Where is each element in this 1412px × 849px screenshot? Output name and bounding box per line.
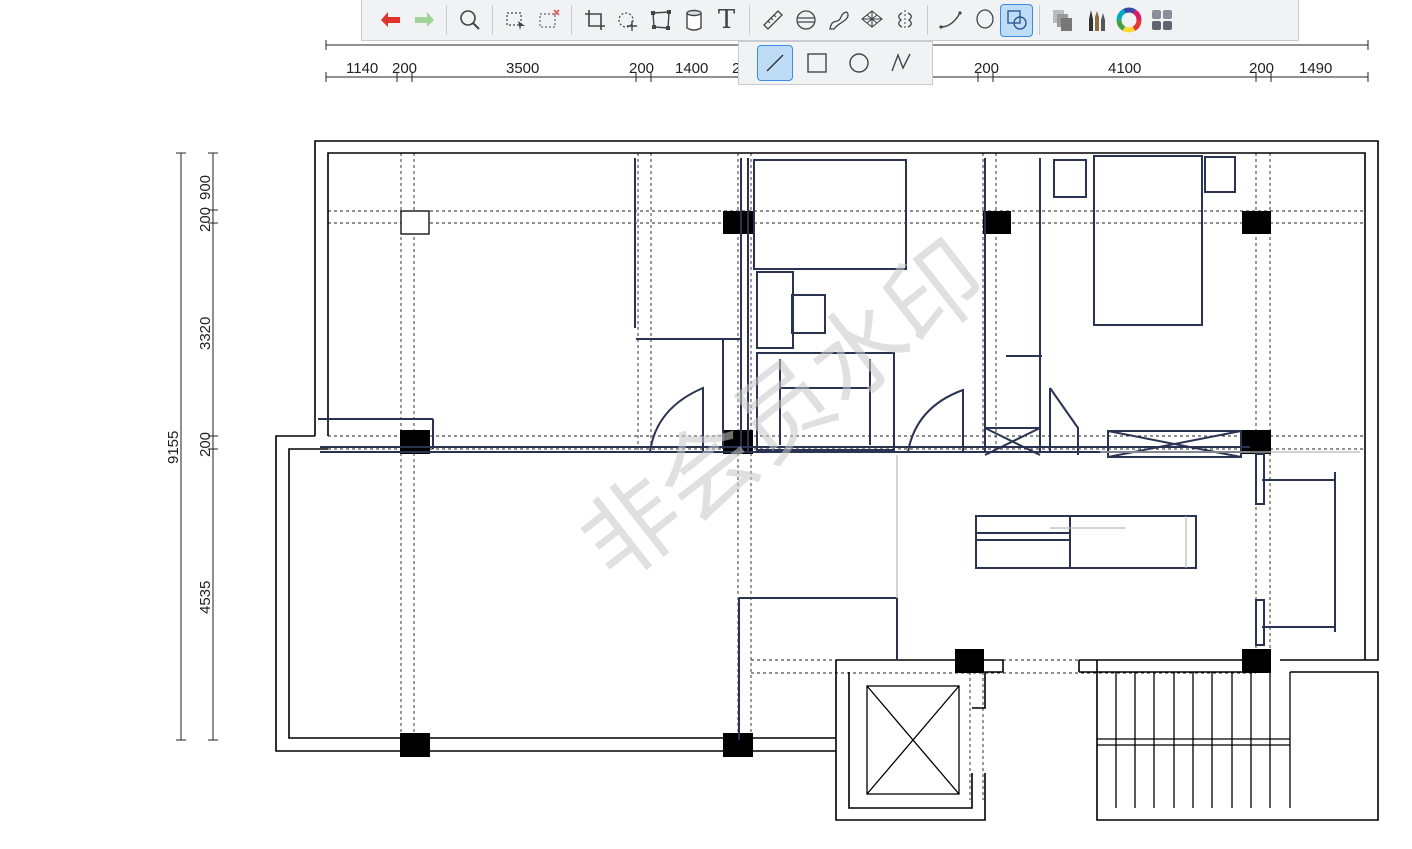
toolbar-divider [1039, 5, 1040, 35]
shape-subtoolbar [738, 41, 933, 85]
symmetry-icon [897, 10, 912, 30]
lasso-icon [975, 9, 994, 29]
line-shape-button[interactable] [757, 45, 793, 81]
elevator-shaft [866, 685, 960, 795]
ellipse-guide-button[interactable] [789, 4, 822, 37]
redo-button[interactable] [407, 4, 440, 37]
circle-icon [849, 53, 869, 73]
dim-top-7: 200 [974, 60, 999, 77]
line-icon [766, 54, 784, 72]
ellipse-shape-button[interactable] [841, 45, 877, 81]
dim-left-5: 4535 [197, 581, 214, 614]
dim-top-4: 200 [629, 60, 654, 77]
bucket-icon [685, 9, 702, 31]
distort-button[interactable] [644, 4, 677, 37]
dim-left-3: 3320 [197, 317, 214, 350]
watermark-text: 非会员水印 [560, 219, 1007, 603]
toolbar-divider [446, 5, 447, 35]
menu-button[interactable] [1145, 4, 1178, 37]
left-dimension-texts: 9155 900 200 3320 200 4535 [165, 175, 214, 614]
dim-top-8: 4100 [1108, 60, 1141, 77]
perspective-grid-icon [860, 10, 883, 28]
french-curve-icon [828, 11, 849, 30]
toolbar-divider [492, 5, 493, 35]
toolbar-divider [749, 5, 750, 35]
selection-icon [505, 12, 525, 30]
dim-top-2: 200 [392, 60, 417, 77]
grid-menu-icon [1151, 10, 1172, 30]
rectangle-icon [807, 53, 827, 73]
clear-selection-icon [538, 9, 560, 28]
ellipse-guide-icon [795, 10, 816, 30]
polyline-shape-button[interactable] [883, 45, 919, 81]
perspective-grid-button[interactable] [855, 4, 888, 37]
dim-top-10: 1490 [1299, 60, 1332, 77]
dim-top-1: 1140 [346, 60, 378, 77]
curve-icon [938, 11, 962, 29]
color-wheel-icon [1116, 7, 1141, 33]
curve-button[interactable] [934, 4, 967, 37]
ruler-button[interactable] [756, 4, 789, 37]
crop-button[interactable] [578, 4, 611, 37]
drawing-canvas[interactable]: 1140 200 3500 200 1400 2 200 4100 200 14… [0, 0, 1412, 849]
layers-icon [1052, 10, 1072, 31]
transform-icon [617, 12, 637, 31]
zoom-button[interactable] [453, 4, 486, 37]
main-toolbar: T [361, 0, 1299, 41]
stairs [1097, 672, 1291, 808]
fill-button[interactable] [677, 4, 710, 37]
toolbar-divider [927, 5, 928, 35]
text-icon: T [717, 5, 736, 35]
select-button[interactable] [499, 4, 532, 37]
redo-icon [414, 12, 434, 27]
text-button[interactable]: T [710, 4, 743, 37]
rectangle-shape-button[interactable] [799, 45, 835, 81]
color-button[interactable] [1112, 4, 1145, 37]
dim-left-4: 200 [197, 432, 214, 457]
deselect-button[interactable] [532, 4, 565, 37]
dim-left-total: 9155 [165, 431, 182, 464]
ghost-sketch [896, 451, 1360, 598]
axis-grid [328, 153, 1365, 800]
exterior-walls [275, 140, 1379, 821]
undo-icon [380, 12, 400, 27]
french-curve-button[interactable] [822, 4, 855, 37]
undo-button[interactable] [374, 4, 407, 37]
shape-button[interactable] [1000, 3, 1033, 37]
crop-icon [584, 10, 605, 30]
symmetry-button[interactable] [888, 4, 921, 37]
transform-button[interactable] [611, 4, 644, 37]
ruler-icon [762, 10, 783, 30]
polyline-icon [891, 53, 911, 72]
distort-icon [650, 10, 671, 30]
dim-left-2: 200 [197, 207, 214, 232]
shape-icon [1006, 10, 1027, 30]
dim-top-3: 3500 [506, 60, 539, 77]
dim-left-1: 900 [197, 175, 214, 200]
dim-top-9: 200 [1249, 60, 1274, 77]
dim-top-5: 1400 [675, 60, 708, 77]
brushes-icon [1088, 10, 1105, 31]
toolbar-divider [571, 5, 572, 35]
magnifier-icon [459, 10, 480, 30]
layers-button[interactable] [1046, 4, 1079, 37]
lasso-button[interactable] [967, 4, 1000, 37]
brushes-button[interactable] [1079, 4, 1112, 37]
